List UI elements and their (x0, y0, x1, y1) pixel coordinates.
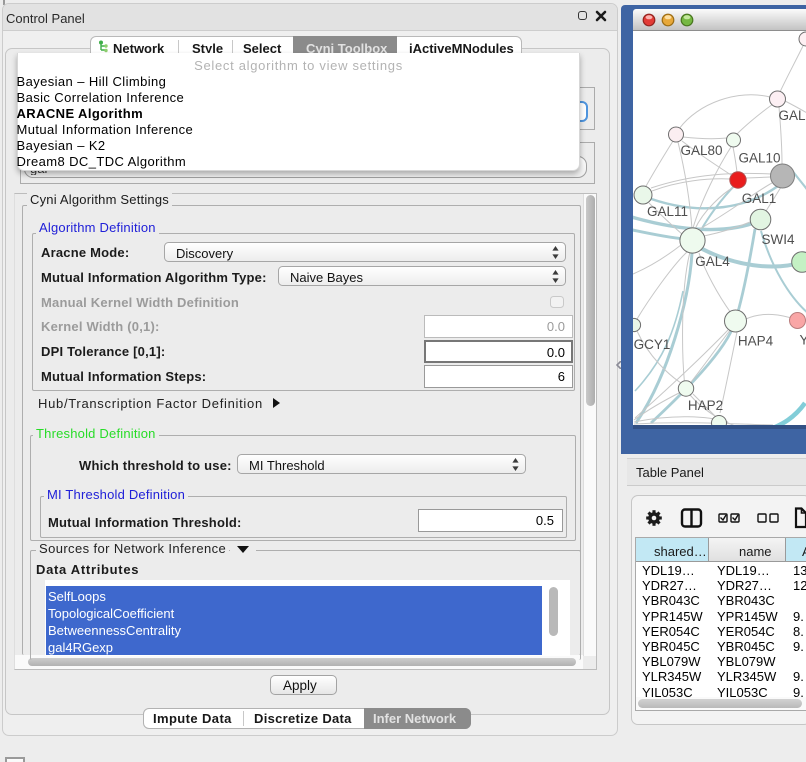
svg-text:GAL4: GAL4 (695, 254, 730, 269)
svg-text:Y: Y (800, 333, 806, 348)
svg-text:SWI4: SWI4 (761, 232, 794, 247)
svg-text:GAL7: GAL7 (779, 108, 806, 123)
svg-text:GAL1: GAL1 (742, 191, 777, 206)
svg-text:GCY1: GCY1 (634, 337, 671, 352)
svg-text:HAP4: HAP4 (738, 334, 774, 349)
svg-text:GAL11: GAL11 (647, 204, 688, 219)
svg-text:HAP2: HAP2 (688, 398, 723, 413)
svg-text:GAL10: GAL10 (738, 151, 780, 166)
svg-text:GAL80: GAL80 (680, 143, 722, 158)
